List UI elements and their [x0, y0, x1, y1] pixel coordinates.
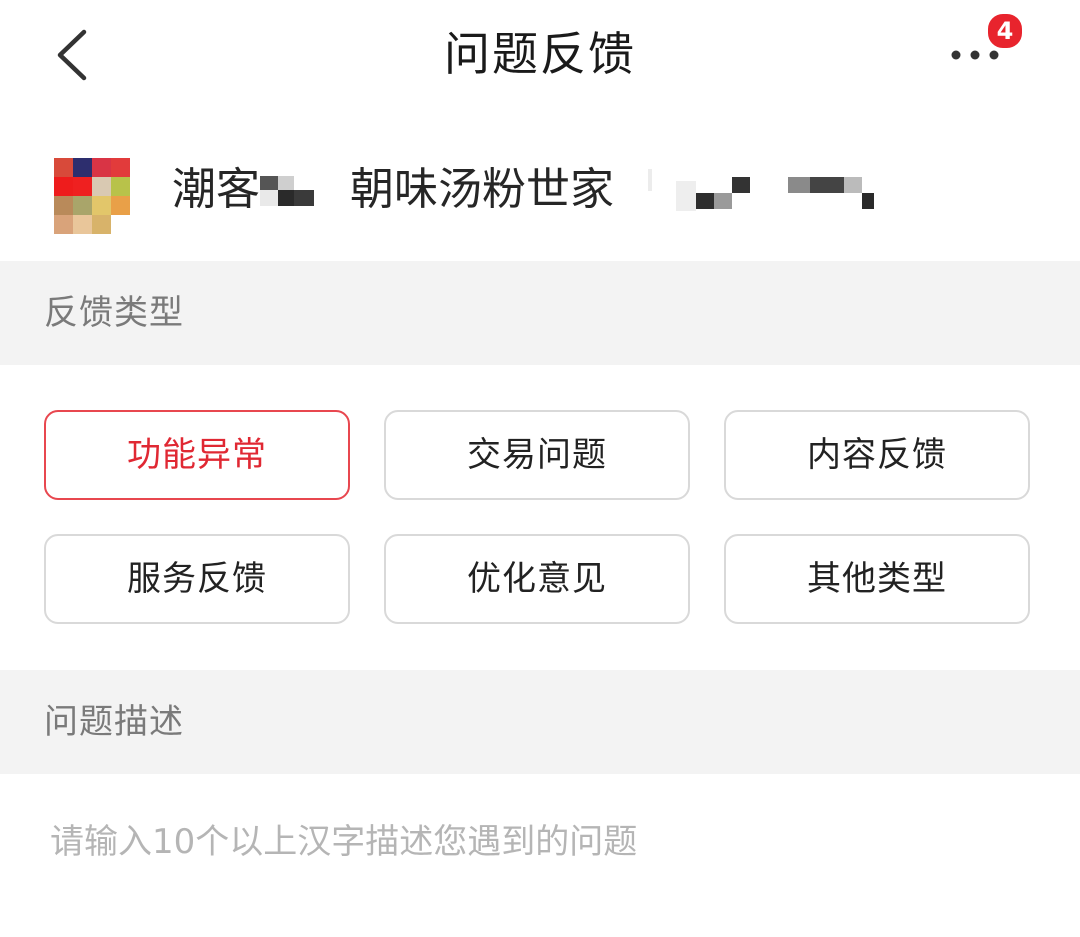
description-header: 问题描述: [0, 670, 1080, 774]
type-option-optimization[interactable]: 优化意见: [384, 534, 690, 624]
description-input[interactable]: [44, 810, 1046, 874]
type-option-transaction[interactable]: 交易问题: [384, 410, 690, 500]
notification-badge: 4: [986, 12, 1024, 50]
type-option-other[interactable]: 其他类型: [724, 534, 1030, 624]
type-option-function-error[interactable]: 功能异常: [44, 410, 350, 500]
feedback-page: 问题反馈 4 潮客 朝味汤粉世家 反馈类型 功能异常 交易问题 内容反馈 服务反…: [0, 0, 1080, 937]
feedback-type-label: 反馈类型: [44, 293, 184, 333]
redacted-mosaic: [648, 169, 874, 211]
top-bar: 问题反馈 4: [0, 0, 1080, 110]
shop-avatar-image: [54, 158, 130, 234]
shop-name: 潮客 朝味汤粉世家: [172, 160, 874, 220]
shop-name-part1: 潮客: [172, 164, 260, 215]
type-option-service[interactable]: 服务反馈: [44, 534, 350, 624]
shop-info: 潮客 朝味汤粉世家: [0, 130, 1080, 250]
type-option-content[interactable]: 内容反馈: [724, 410, 1030, 500]
description-label: 问题描述: [44, 702, 184, 742]
page-title: 问题反馈: [444, 27, 636, 81]
feedback-type-header: 反馈类型: [0, 261, 1080, 365]
shop-avatar: [54, 158, 130, 234]
shop-name-part2: 朝味汤粉世家: [350, 164, 614, 215]
redacted-mosaic: [260, 176, 314, 206]
